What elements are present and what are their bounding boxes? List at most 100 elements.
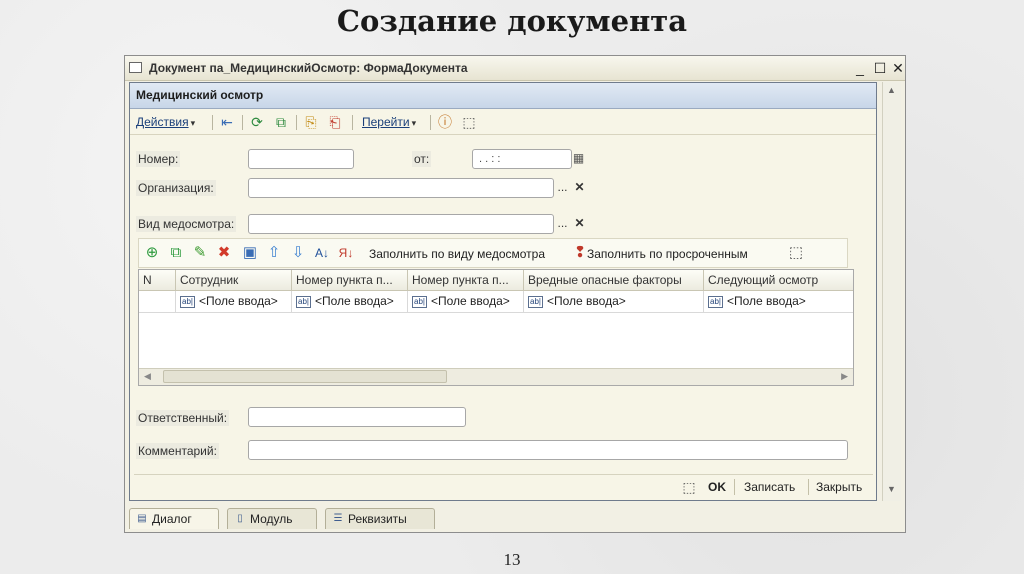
move-up-icon[interactable]: ⇧ bbox=[265, 244, 283, 262]
maximize-button[interactable]: ☐ bbox=[871, 59, 889, 77]
responsible-label: Ответственный: bbox=[136, 410, 230, 426]
tab-label: Диалог bbox=[152, 512, 192, 526]
table-cell[interactable]: ab| <Поле ввода> bbox=[704, 291, 853, 313]
end-edit-icon[interactable]: ▣ bbox=[241, 244, 259, 262]
close-button[interactable]: ✕ bbox=[889, 59, 907, 77]
toolbar-separator bbox=[242, 115, 243, 130]
page-number: 13 bbox=[503, 550, 521, 569]
employees-table[interactable]: N Сотрудник Номер пункта п... Номер пунк… bbox=[138, 269, 854, 386]
organization-label: Организация: bbox=[136, 180, 216, 196]
comment-label: Комментарий: bbox=[136, 443, 219, 459]
column-header[interactable]: N bbox=[139, 270, 176, 291]
window-form-icon bbox=[129, 62, 142, 73]
organization-select-button[interactable]: ... bbox=[554, 178, 571, 198]
exam-type-field[interactable] bbox=[248, 214, 554, 234]
comment-field[interactable] bbox=[248, 440, 848, 460]
column-header[interactable]: Номер пункта п... bbox=[408, 270, 524, 291]
designer-vertical-scrollbar[interactable]: ▲ ▼ bbox=[882, 82, 901, 501]
exam-type-label: Вид медосмотра: bbox=[136, 216, 237, 232]
save-and-close-icon[interactable]: ⇤ bbox=[218, 113, 236, 131]
table-cell[interactable]: ab| <Поле ввода> bbox=[408, 291, 524, 313]
customize-icon[interactable]: ⬚ bbox=[787, 244, 805, 262]
text-field-icon: ab| bbox=[412, 296, 427, 308]
window-title: Документ па_МедицинскийОсмотр: ФормаДоку… bbox=[149, 61, 468, 75]
help-icon[interactable]: ⓘ bbox=[436, 113, 454, 131]
delete-row-icon[interactable]: ✖ bbox=[215, 244, 233, 262]
scroll-right-icon[interactable]: ▶ bbox=[841, 371, 848, 382]
slide-title: Создание документа bbox=[336, 4, 688, 38]
move-down-icon[interactable]: ⇩ bbox=[289, 244, 307, 262]
calendar-icon[interactable]: ▦ bbox=[570, 149, 587, 169]
toolbar-separator bbox=[212, 115, 213, 130]
scroll-thumb[interactable] bbox=[163, 370, 447, 383]
cell-text: <Поле ввода> bbox=[198, 294, 278, 308]
minimize-button[interactable]: _ bbox=[851, 59, 869, 77]
document-window: Документ па_МедицинскийОсмотр: ФормаДоку… bbox=[124, 55, 906, 533]
number-field[interactable] bbox=[248, 149, 354, 169]
add-row-icon[interactable]: ⊕ bbox=[143, 244, 161, 262]
copy-row-icon[interactable]: ⧉ bbox=[167, 244, 185, 262]
footer-separator bbox=[808, 479, 809, 495]
table-toolbar: ⊕ ⧉ ✎ ✖ ▣ ⇧ ⇩ A↓ Я↓ Заполнить по виду ме… bbox=[138, 238, 848, 268]
refresh-icon[interactable]: ⟳ bbox=[248, 113, 266, 131]
edit-row-icon[interactable]: ✎ bbox=[191, 244, 209, 262]
table-cell[interactable] bbox=[139, 291, 176, 313]
command-bar: Действия ⇤ ⟳ ⧉ ⎘ ⎗ Перейти ⓘ ⬚ bbox=[130, 110, 876, 135]
form-designer-area: Медицинский осмотр Действия ⇤ ⟳ ⧉ ⎘ ⎗ Пе… bbox=[129, 82, 877, 501]
cell-text: <Поле ввода> bbox=[546, 294, 626, 308]
tab-dialog[interactable]: ▤ Диалог bbox=[129, 508, 219, 529]
table-cell[interactable]: ab| <Поле ввода> bbox=[524, 291, 704, 313]
footer-separator bbox=[734, 479, 735, 495]
responsible-field[interactable] bbox=[248, 407, 466, 427]
column-header[interactable]: Следующий осмотр bbox=[704, 270, 853, 291]
cell-text: <Поле ввода> bbox=[314, 294, 394, 308]
exam-type-select-button[interactable]: ... bbox=[554, 214, 571, 234]
date-label: от: bbox=[412, 151, 432, 167]
window-titlebar: Документ па_МедицинскийОсмотр: ФормаДоку… bbox=[125, 56, 905, 81]
text-field-icon: ab| bbox=[708, 296, 723, 308]
table-cell[interactable]: ab| <Поле ввода> bbox=[176, 291, 292, 313]
text-field-icon: ab| bbox=[180, 296, 195, 308]
toolbar-separator bbox=[296, 115, 297, 130]
scroll-down-icon[interactable]: ▼ bbox=[887, 484, 896, 494]
table-cell[interactable]: ab| <Поле ввода> bbox=[292, 291, 408, 313]
tab-module[interactable]: ▯ Модуль bbox=[227, 508, 317, 529]
save-button[interactable]: Записать bbox=[744, 480, 795, 494]
unpost-icon[interactable]: ⎗ bbox=[326, 113, 344, 131]
sort-desc-icon[interactable]: Я↓ bbox=[337, 244, 355, 262]
scroll-left-icon[interactable]: ◀ bbox=[144, 371, 151, 382]
date-field[interactable]: . . : : bbox=[472, 149, 572, 169]
column-header[interactable]: Вредные опасные факторы bbox=[524, 270, 704, 291]
fill-by-exam-type-button[interactable]: Заполнить по виду медосмотра bbox=[369, 247, 545, 261]
tab-label: Реквизиты bbox=[348, 512, 407, 526]
copy-icon[interactable]: ⧉ bbox=[272, 113, 290, 131]
fill-by-overdue-button[interactable]: Заполнить по просроченным bbox=[587, 247, 748, 261]
module-icon: ▯ bbox=[237, 513, 243, 524]
toolbar-separator bbox=[352, 115, 353, 130]
text-field-icon: ab| bbox=[296, 296, 311, 308]
table-horizontal-scrollbar[interactable]: ◀ ▶ bbox=[139, 368, 853, 385]
exam-type-clear-button[interactable]: ✕ bbox=[571, 214, 588, 234]
form-header: Медицинский осмотр bbox=[130, 83, 876, 109]
cell-text: <Поле ввода> bbox=[726, 294, 806, 308]
sort-asc-icon[interactable]: A↓ bbox=[313, 244, 331, 262]
toolbar-separator bbox=[430, 115, 431, 130]
goto-menu[interactable]: Перейти bbox=[362, 115, 416, 129]
tab-attributes[interactable]: ☰ Реквизиты bbox=[325, 508, 435, 529]
tab-label: Модуль bbox=[250, 512, 293, 526]
close-form-button[interactable]: Закрыть bbox=[816, 480, 862, 494]
actions-menu[interactable]: Действия bbox=[136, 115, 195, 129]
dialog-icon: ▤ bbox=[137, 513, 147, 524]
form-footer: ⬚ OK Записать Закрыть bbox=[134, 474, 873, 499]
customize-icon[interactable]: ⬚ bbox=[680, 478, 698, 496]
column-header[interactable]: Номер пункта п... bbox=[292, 270, 408, 291]
scroll-up-icon[interactable]: ▲ bbox=[887, 85, 896, 95]
attributes-icon: ☰ bbox=[333, 513, 343, 524]
customize-icon[interactable]: ⬚ bbox=[460, 113, 478, 131]
organization-field[interactable] bbox=[248, 178, 554, 198]
column-header[interactable]: Сотрудник bbox=[176, 270, 292, 291]
post-icon[interactable]: ⎘ bbox=[302, 113, 320, 131]
text-field-icon: ab| bbox=[528, 296, 543, 308]
ok-button[interactable]: OK bbox=[708, 480, 726, 494]
organization-clear-button[interactable]: ✕ bbox=[571, 178, 588, 198]
